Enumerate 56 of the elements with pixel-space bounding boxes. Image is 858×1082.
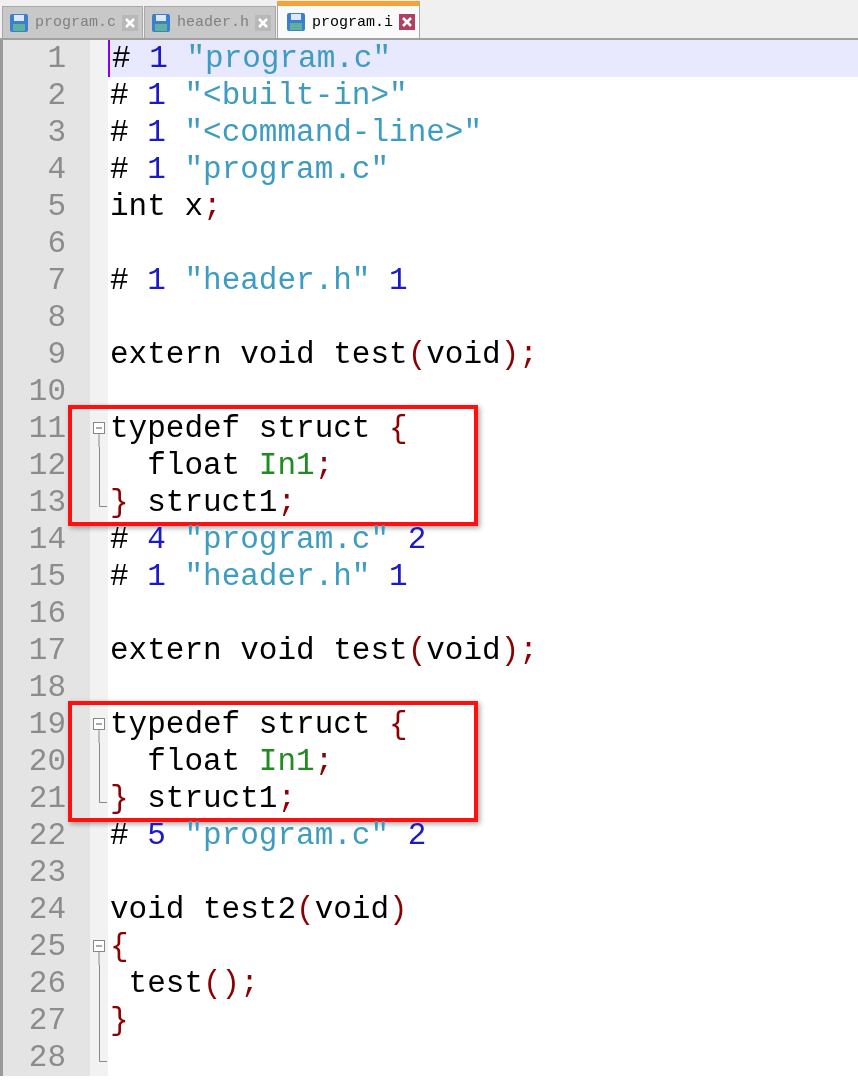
fold-toggle-icon[interactable] bbox=[93, 718, 105, 743]
code-line: { bbox=[110, 929, 129, 964]
code-line: # 1 "<command-line>" bbox=[110, 115, 483, 150]
line-number: 13 bbox=[27, 484, 67, 521]
close-icon[interactable] bbox=[399, 14, 416, 30]
line-number: 18 bbox=[27, 669, 67, 706]
line-number: 27 bbox=[27, 1002, 67, 1039]
code-line: extern void test(void); bbox=[110, 633, 538, 668]
code-line: typedef struct { bbox=[110, 411, 408, 446]
line-number: 21 bbox=[27, 780, 67, 817]
file-tab[interactable]: program.i bbox=[277, 1, 421, 38]
line-number: 16 bbox=[27, 595, 67, 632]
code-line: float In1; bbox=[146, 448, 334, 483]
line-number: 26 bbox=[27, 965, 67, 1002]
code-line: int x; bbox=[110, 189, 222, 224]
line-number: 17 bbox=[27, 632, 67, 669]
code-line: # 1 "program.c" bbox=[112, 41, 392, 76]
code-line: # 1 "header.h" 1 bbox=[110, 263, 408, 298]
line-number: 12 bbox=[27, 447, 67, 484]
file-tab[interactable]: header.h bbox=[144, 6, 277, 38]
code-line: } bbox=[110, 1003, 129, 1038]
line-number: 9 bbox=[46, 336, 67, 373]
fold-toggle-icon[interactable] bbox=[93, 422, 105, 447]
code-line: } struct1; bbox=[110, 781, 297, 816]
file-tab[interactable]: program.c bbox=[2, 6, 143, 38]
line-number: 6 bbox=[46, 225, 67, 262]
line-number: 24 bbox=[27, 891, 67, 928]
line-number: 4 bbox=[46, 151, 67, 188]
code-line: void test2(void) bbox=[110, 892, 408, 927]
line-number: 23 bbox=[27, 854, 67, 891]
line-number: 11 bbox=[27, 410, 67, 447]
line-number: 3 bbox=[46, 114, 67, 151]
code-line: float In1; bbox=[146, 744, 334, 779]
code-line: extern void test(void); bbox=[110, 337, 538, 372]
code-line: # 1 "header.h" 1 bbox=[110, 559, 408, 594]
line-number: 19 bbox=[27, 706, 67, 743]
code-line: # 4 "program.c" 2 bbox=[110, 522, 427, 557]
code-line: # 5 "program.c" 2 bbox=[110, 818, 427, 853]
line-number: 20 bbox=[27, 743, 67, 780]
code-line: typedef struct { bbox=[110, 707, 408, 742]
code-line: } struct1; bbox=[110, 485, 297, 520]
fold-toggle-icon[interactable] bbox=[93, 940, 105, 965]
line-number: 15 bbox=[27, 558, 67, 595]
line-number: 7 bbox=[46, 262, 67, 299]
code-line: # 1 "<built-in>" bbox=[110, 78, 408, 113]
line-number: 28 bbox=[27, 1039, 67, 1076]
line-number: 25 bbox=[27, 928, 67, 965]
line-number: 8 bbox=[46, 299, 67, 336]
line-number: 10 bbox=[27, 373, 67, 410]
line-number: 22 bbox=[27, 817, 67, 854]
line-number: 1 bbox=[46, 40, 67, 77]
line-number: 14 bbox=[27, 521, 67, 558]
code-line: # 1 "program.c" bbox=[110, 152, 390, 187]
code-line: test(); bbox=[127, 966, 259, 1001]
line-number: 5 bbox=[46, 188, 67, 225]
line-number: 2 bbox=[46, 77, 67, 114]
